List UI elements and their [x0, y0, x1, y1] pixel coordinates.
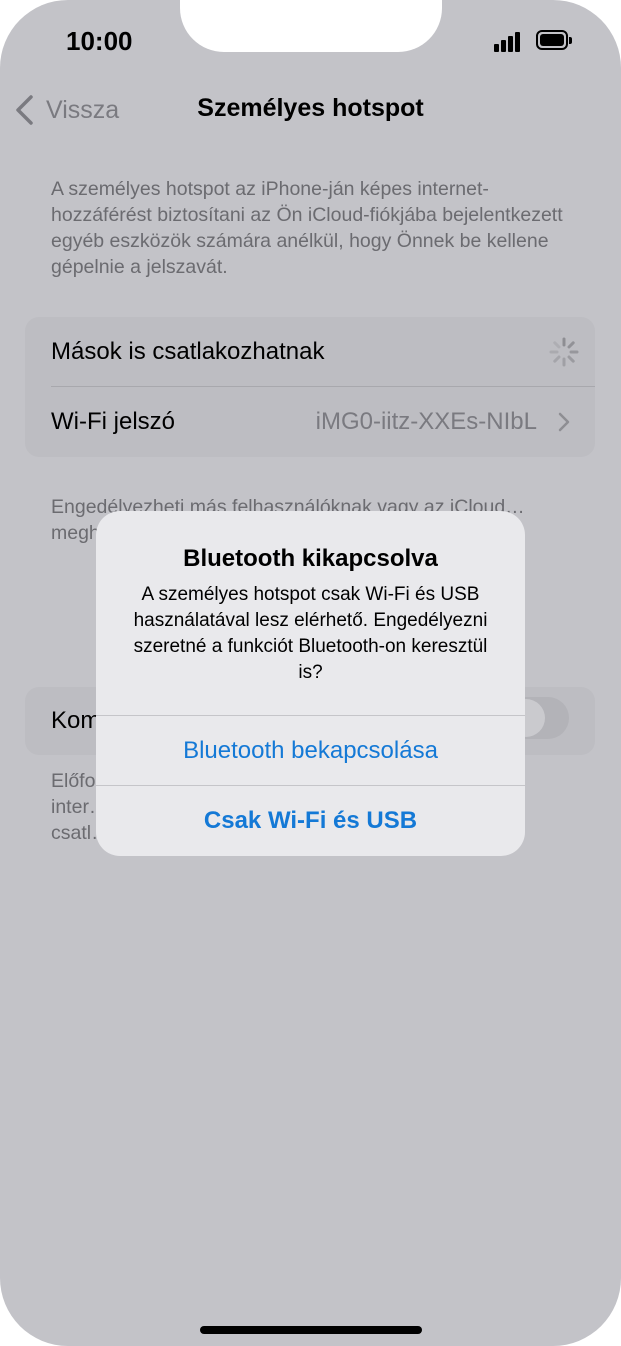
hotspot-settings-group: Mások is csatlakozhatnak Wi-Fi jelszó iM… [25, 317, 595, 457]
alert-title: Bluetooth kikapcsolva [183, 545, 438, 572]
wifi-password-row[interactable]: Wi-Fi jelszó iMG0-iitz-XXEs-NIbL [25, 387, 595, 457]
bluetooth-alert: Bluetooth kikapcsolva A személyes hotspo… [96, 511, 525, 856]
wifi-password-value: iMG0-iitz-XXEs-NIbL [315, 408, 537, 435]
allow-others-label: Mások is csatlakozhatnak [51, 338, 325, 365]
intro-description: A személyes hotspot az iPhone-ján képes … [51, 178, 563, 278]
status-time: 10:00 [66, 26, 133, 56]
wifi-password-label: Wi-Fi jelszó [51, 408, 175, 435]
battery-icon [536, 30, 572, 50]
home-indicator[interactable] [200, 1326, 422, 1334]
notch [180, 0, 442, 52]
chevron-right-icon [558, 412, 570, 432]
phone-screen: 10:00 Vissza Személyes hotspot A személy… [0, 0, 621, 1346]
allow-others-row[interactable]: Mások is csatlakozhatnak [25, 317, 595, 387]
signal-icon [494, 30, 530, 52]
enable-bluetooth-button[interactable]: Bluetooth bekapcsolása [96, 716, 525, 786]
alert-message: A személyes hotspot csak Wi-Fi és USB ha… [133, 584, 488, 683]
compat-label: Kom [51, 707, 101, 734]
wifi-usb-only-button[interactable]: Csak Wi-Fi és USB [96, 786, 525, 856]
loading-spinner-icon [549, 337, 579, 367]
page-title: Személyes hotspot [197, 94, 424, 122]
